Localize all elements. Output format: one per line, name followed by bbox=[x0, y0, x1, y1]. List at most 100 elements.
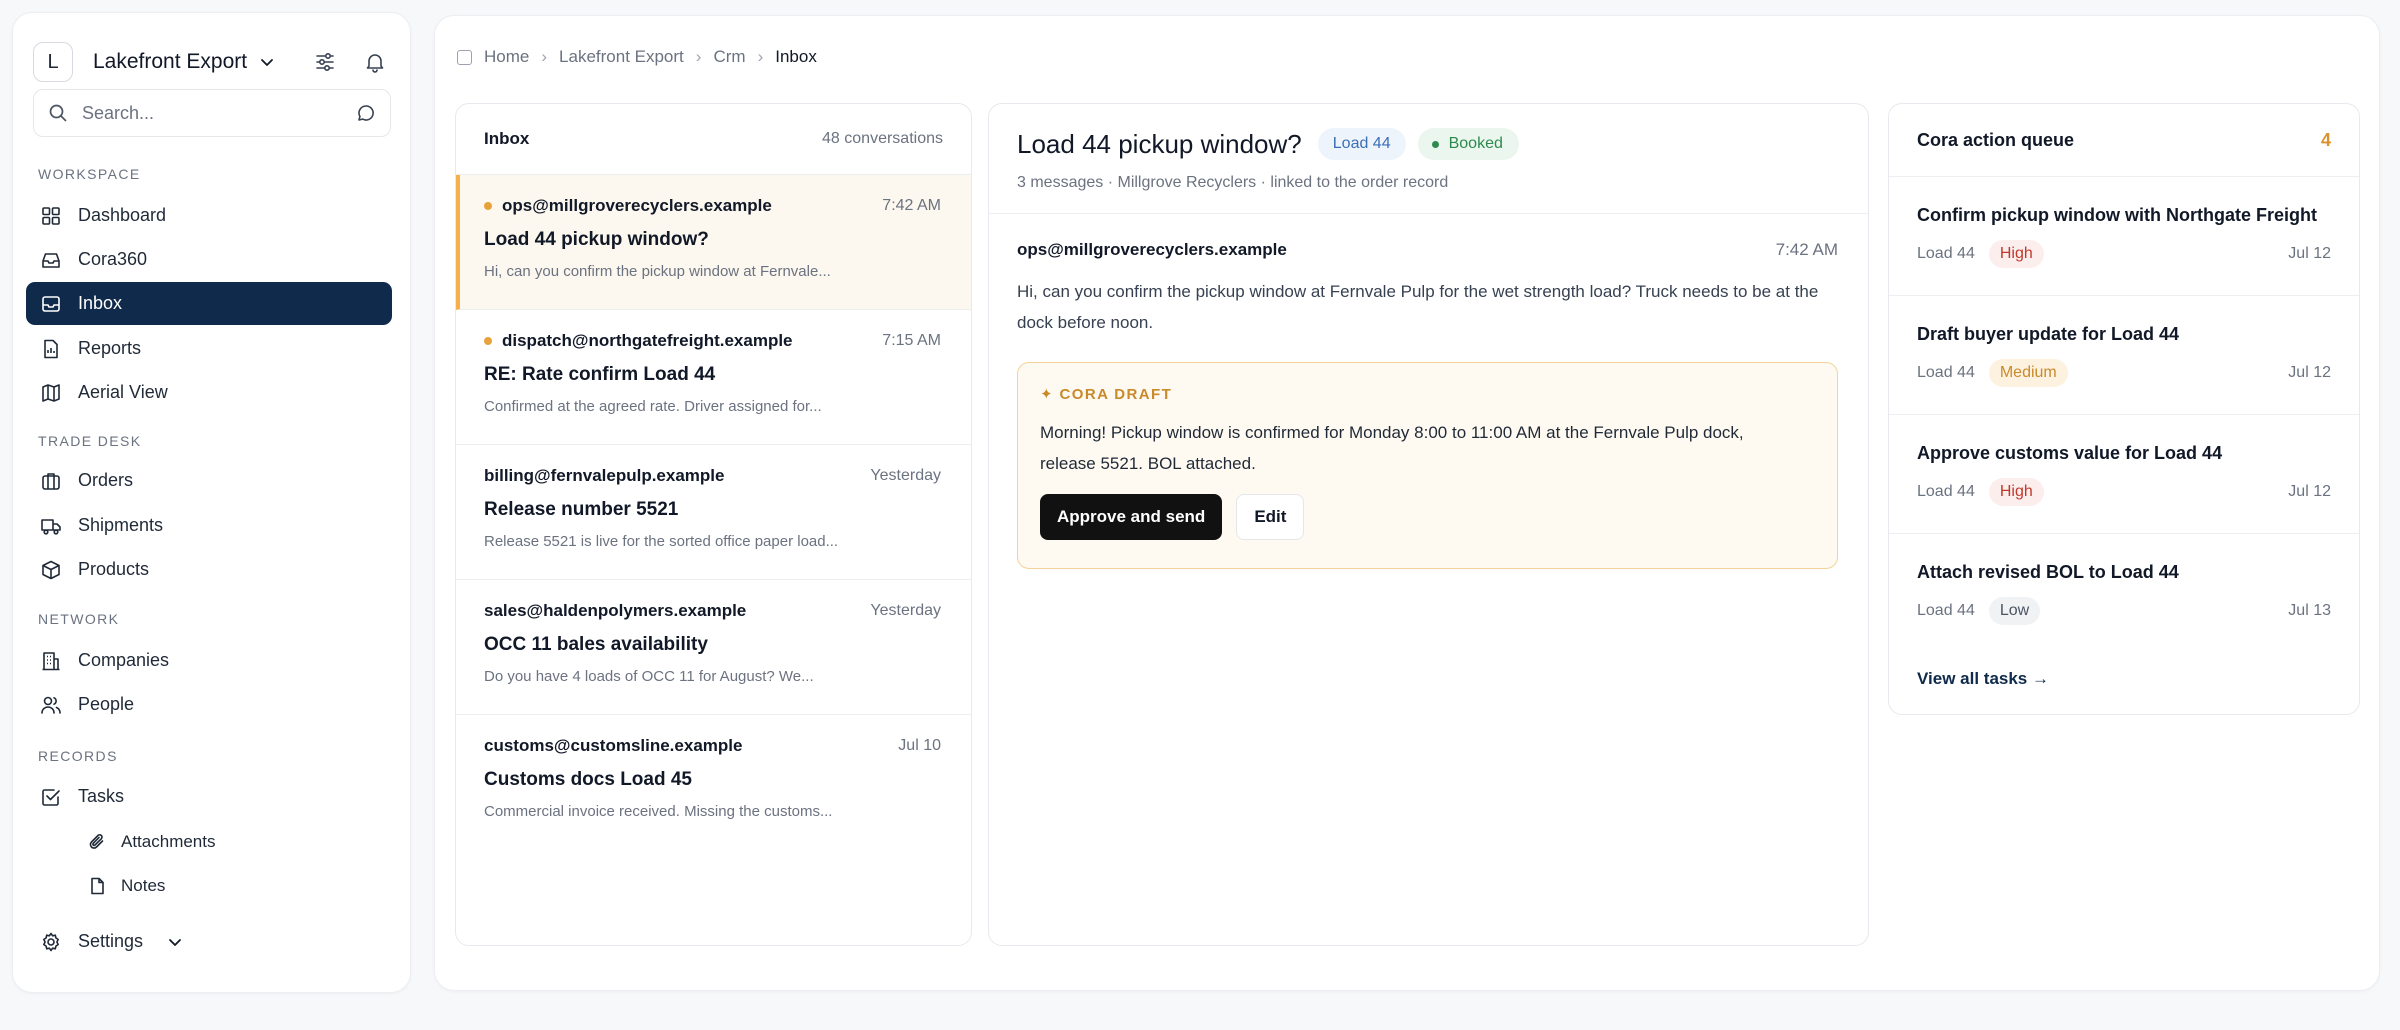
view-all-tasks-link[interactable]: View all tasks → bbox=[1917, 669, 2049, 689]
queue-count: 4 bbox=[2320, 129, 2331, 150]
sidebar-item-people[interactable]: People bbox=[26, 683, 392, 726]
message-preview: Release 5521 is live for the sorted offi… bbox=[484, 533, 839, 550]
message-time: 7:42 AM bbox=[882, 197, 941, 214]
inbox-header: Inbox 48 conversations bbox=[456, 104, 971, 175]
priority-badge: High bbox=[1988, 240, 2044, 268]
task-load: Load 44 bbox=[1917, 245, 1975, 262]
list-item[interactable]: billing@fernvalepulp.example Yesterday R… bbox=[456, 445, 971, 580]
cora-draft-card: ✦ CORA DRAFT Morning! Pickup window is c… bbox=[1017, 362, 1838, 569]
message-subject: Release number 5521 bbox=[484, 499, 679, 520]
sidebar-item-label: Products bbox=[78, 559, 150, 579]
sidebar-item-cora360[interactable]: Cora360 bbox=[26, 238, 392, 281]
message-subject: Load 44 pickup window? bbox=[484, 229, 709, 250]
sidebar-item-tasks[interactable]: Tasks bbox=[26, 775, 392, 818]
chevron-right-icon: › bbox=[695, 47, 702, 66]
email-message: ops@millgroverecyclers.example 7:42 AM H… bbox=[989, 214, 1868, 338]
message-subject: Customs docs Load 45 bbox=[484, 769, 692, 790]
filter-sliders-icon[interactable] bbox=[314, 51, 336, 73]
approve-and-send-button[interactable]: Approve and send bbox=[1040, 494, 1223, 540]
task-date: Jul 13 bbox=[2288, 602, 2331, 619]
sidebar: L Lakefront Export Search... WORKSPACE D… bbox=[12, 12, 411, 993]
email-body: Hi, can you confirm the pickup window at… bbox=[1017, 282, 1819, 332]
draft-body: Morning! Pickup window is confirmed for … bbox=[1040, 417, 1815, 479]
sidebar-item-settings[interactable]: Settings bbox=[26, 920, 392, 963]
chevron-right-icon: › bbox=[541, 47, 548, 66]
section-label-workspace: WORKSPACE bbox=[38, 166, 141, 182]
report-icon bbox=[40, 338, 62, 360]
sidebar-item-orders[interactable]: Orders bbox=[26, 459, 392, 502]
message-sender: ops@millgroverecyclers.example bbox=[502, 196, 772, 215]
message-sender: customs@customsline.example bbox=[484, 736, 743, 755]
box-icon bbox=[40, 559, 62, 581]
status-badge: Booked bbox=[1417, 128, 1519, 160]
draft-body-line: release 5521. BOL attached. bbox=[1040, 454, 1256, 473]
sidebar-item-label: Tasks bbox=[78, 786, 125, 806]
edit-button[interactable]: Edit bbox=[1236, 494, 1305, 540]
list-item[interactable]: dispatch@northgatefreight.example 7:15 A… bbox=[456, 310, 971, 445]
sidebar-item-notes[interactable]: Notes bbox=[73, 864, 373, 907]
task-load: Load 44 bbox=[1917, 364, 1975, 381]
sidebar-item-aerial-view[interactable]: Aerial View bbox=[26, 371, 392, 414]
draft-label: ✦ CORA DRAFT bbox=[1040, 386, 1173, 403]
select-checkbox[interactable] bbox=[457, 49, 472, 65]
chevron-down-icon[interactable] bbox=[259, 54, 275, 70]
task-title: Draft buyer update for Load 44 bbox=[1917, 324, 2180, 344]
sidebar-item-label: Attachments bbox=[121, 831, 216, 851]
sidebar-item-label: Cora360 bbox=[78, 249, 148, 269]
sidebar-item-dashboard[interactable]: Dashboard bbox=[26, 194, 392, 237]
message-preview: Confirmed at the agreed rate. Driver ass… bbox=[484, 398, 822, 415]
sidebar-item-attachments[interactable]: Attachments bbox=[73, 820, 373, 863]
search-input[interactable]: Search... bbox=[33, 89, 391, 137]
priority-badge: High bbox=[1988, 478, 2044, 506]
file-icon bbox=[87, 876, 107, 896]
message-time: Yesterday bbox=[870, 467, 941, 484]
draft-body-line: Morning! Pickup window is confirmed for … bbox=[1040, 423, 1744, 442]
list-item[interactable]: customs@customsline.example Jul 10 Custo… bbox=[456, 715, 971, 850]
task-title: Attach revised BOL to Load 44 bbox=[1917, 562, 2179, 582]
task-item[interactable]: Draft buyer update for Load 44 Load 44 M… bbox=[1889, 296, 2359, 415]
list-item[interactable]: sales@haldenpolymers.example Yesterday O… bbox=[456, 580, 971, 715]
chat-bubble-icon[interactable] bbox=[356, 103, 376, 123]
bell-icon[interactable] bbox=[364, 51, 386, 73]
sidebar-item-label: Companies bbox=[78, 650, 170, 670]
sidebar-item-shipments[interactable]: Shipments bbox=[26, 504, 392, 547]
gear-icon bbox=[40, 931, 62, 953]
conversation-count: 48 conversations bbox=[822, 130, 943, 147]
inbox-title: Inbox bbox=[484, 129, 530, 148]
chevron-down-icon[interactable] bbox=[167, 934, 183, 950]
task-load: Load 44 bbox=[1917, 483, 1975, 500]
workspace-name[interactable]: Lakefront Export bbox=[93, 50, 247, 74]
sidebar-item-label: Aerial View bbox=[78, 382, 168, 402]
sidebar-item-reports[interactable]: Reports bbox=[26, 327, 392, 370]
breadcrumb-workspace[interactable]: Lakefront Export bbox=[559, 47, 684, 67]
message-sender: sales@haldenpolymers.example bbox=[484, 601, 747, 620]
priority-badge: Low bbox=[1988, 597, 2041, 625]
sidebar-item-label: Inbox bbox=[78, 293, 123, 313]
task-load: Load 44 bbox=[1917, 602, 1975, 619]
inbox-icon bbox=[40, 293, 62, 315]
task-item[interactable]: Attach revised BOL to Load 44 Load 44 Lo… bbox=[1889, 534, 2359, 653]
workspace-avatar[interactable]: L bbox=[33, 42, 73, 82]
sidebar-item-inbox[interactable]: Inbox bbox=[26, 282, 392, 325]
unread-dot bbox=[484, 202, 492, 210]
message-sender: billing@fernvalepulp.example bbox=[484, 466, 725, 485]
priority-badge: Medium bbox=[1988, 359, 2068, 387]
breadcrumb-crm[interactable]: Crm bbox=[713, 47, 745, 67]
unread-dot bbox=[484, 337, 492, 345]
load-tag[interactable]: Load 44 bbox=[1317, 128, 1406, 160]
map-icon bbox=[40, 382, 62, 404]
breadcrumb-home[interactable]: Home bbox=[484, 47, 529, 67]
sidebar-item-products[interactable]: Products bbox=[26, 548, 392, 591]
section-label-trade-desk: TRADE DESK bbox=[38, 433, 142, 449]
list-item[interactable]: ops@millgroverecyclers.example 7:42 AM L… bbox=[456, 175, 971, 310]
sidebar-item-companies[interactable]: Companies bbox=[26, 639, 392, 682]
paperclip-icon bbox=[87, 832, 107, 852]
thread-title: Load 44 pickup window? bbox=[1017, 128, 1302, 159]
checkbox-icon bbox=[40, 786, 62, 808]
task-item[interactable]: Confirm pickup window with Northgate Fre… bbox=[1889, 177, 2359, 296]
task-item[interactable]: Approve customs value for Load 44 Load 4… bbox=[1889, 415, 2359, 534]
truck-icon bbox=[40, 515, 62, 537]
message-preview: Do you have 4 loads of OCC 11 for August… bbox=[484, 668, 814, 685]
message-subject: OCC 11 bales availability bbox=[484, 634, 708, 655]
action-queue: Cora action queue 4 Confirm pickup windo… bbox=[1888, 103, 2360, 715]
